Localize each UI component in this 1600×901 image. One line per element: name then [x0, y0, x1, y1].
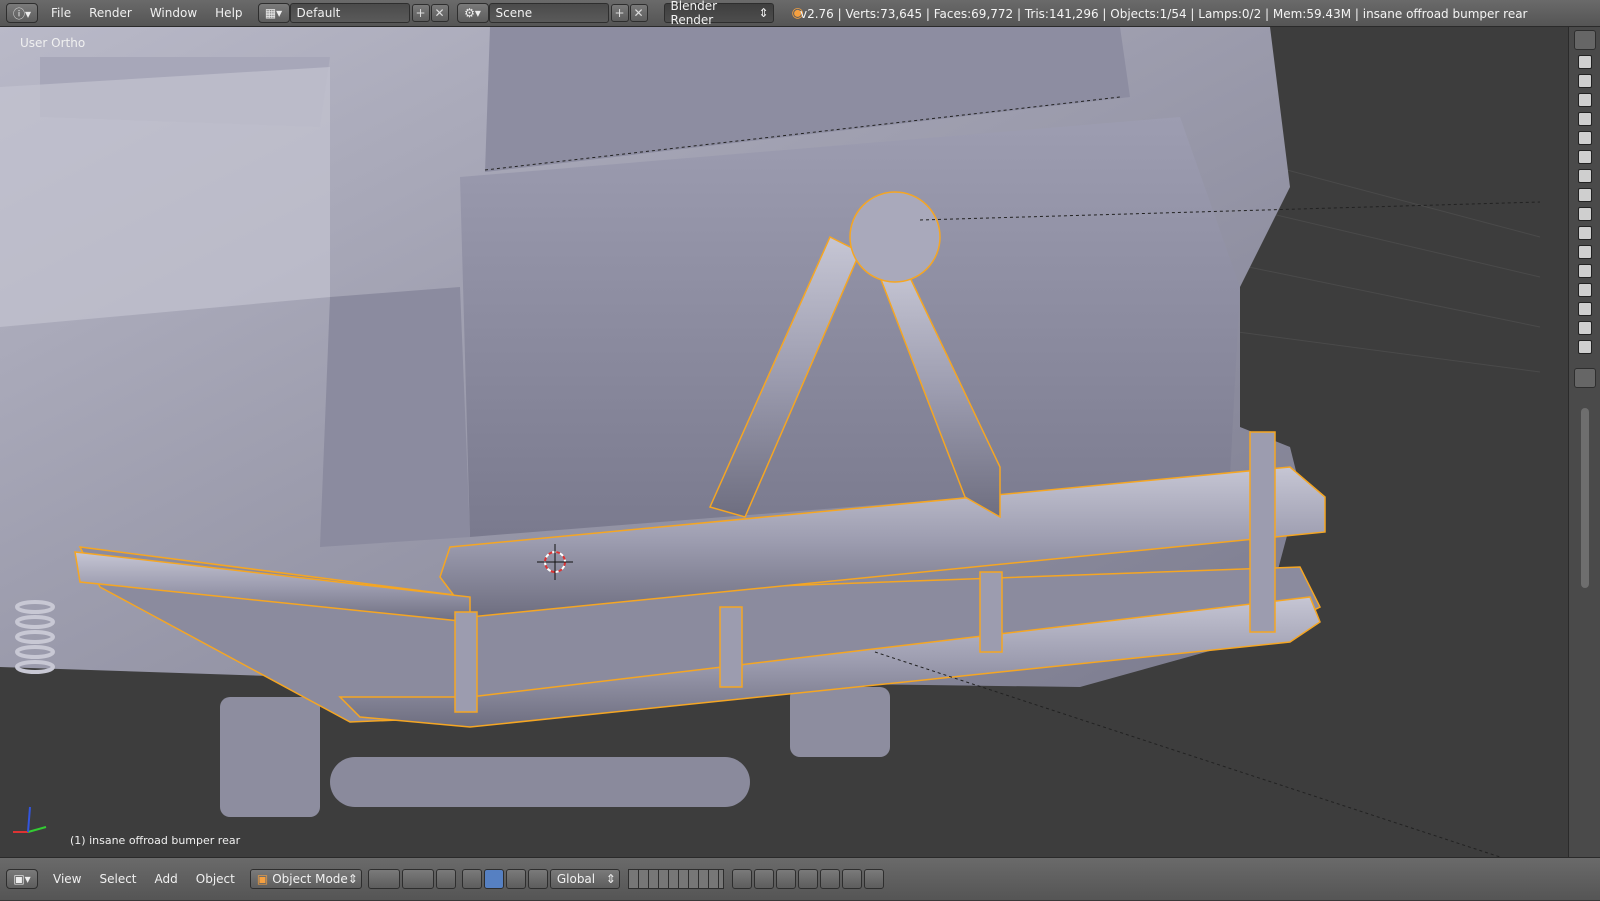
mode-select[interactable]: ▣ Object Mode ⇕	[249, 869, 362, 889]
orientation-label: Global	[556, 872, 596, 886]
properties-editor-icon[interactable]	[1573, 368, 1596, 388]
layout-icon[interactable]: ▦▾	[257, 3, 290, 23]
chevron-updown-icon: ⇕	[758, 6, 769, 20]
orientation-select[interactable]: Global ⇕	[549, 869, 620, 889]
camera-icon[interactable]	[1577, 112, 1592, 126]
add-layout-icon[interactable]: +	[411, 4, 430, 22]
manipulator-icon[interactable]	[461, 869, 482, 889]
layer-buttons[interactable]	[627, 869, 724, 889]
render-preview-icon[interactable]	[819, 869, 840, 889]
layer-lock-icon[interactable]	[731, 869, 752, 889]
menu-window[interactable]: Window	[141, 0, 206, 27]
bumper-post-4	[454, 611, 478, 713]
hitch-right	[790, 687, 890, 757]
shading-sphere-icon[interactable]	[367, 869, 400, 889]
remove-layout-icon[interactable]: ✕	[430, 4, 449, 22]
3d-view-header: ▣▾ View Select Add Object ▣ Object Mode …	[0, 857, 1600, 900]
menu-add[interactable]: Add	[146, 858, 187, 901]
camera-icon[interactable]	[1577, 55, 1592, 69]
bed-rail	[0, 67, 330, 327]
render-engine-label: Blender Render	[670, 0, 718, 27]
camera-icon[interactable]	[1577, 188, 1592, 202]
side-panel	[320, 287, 470, 547]
hitch-left	[220, 697, 320, 817]
camera-icon[interactable]	[1577, 321, 1592, 335]
render-engine-select[interactable]: Blender Render ⇕	[663, 0, 774, 27]
camera-icon[interactable]	[1577, 74, 1592, 88]
camera-icon[interactable]	[1577, 340, 1592, 354]
scrollbar[interactable]	[1580, 408, 1589, 588]
camera-icon[interactable]	[1577, 264, 1592, 278]
light-pod	[849, 191, 941, 283]
only-selected-icon[interactable]	[435, 869, 456, 889]
menu-select[interactable]: Select	[90, 858, 145, 901]
camera-icon[interactable]	[1577, 207, 1592, 221]
bumper-post-3	[1249, 431, 1276, 633]
parent-line-2	[874, 651, 1501, 857]
cube-icon: ▣	[256, 872, 269, 886]
rotate-icon[interactable]	[505, 869, 526, 889]
camera-icon[interactable]	[1577, 169, 1592, 183]
object-label: (1) insane offroad bumper rear	[70, 834, 241, 847]
bumper-post-2	[979, 571, 1003, 653]
camera-icon[interactable]	[1577, 283, 1592, 297]
camera-icon[interactable]	[1577, 150, 1592, 164]
chevron-updown-icon: ⇕	[605, 872, 616, 886]
layout-name-field[interactable]: Default	[289, 3, 410, 23]
scale-icon[interactable]	[527, 869, 548, 889]
camera-icon[interactable]	[1577, 93, 1592, 107]
snap-icon[interactable]	[775, 869, 796, 889]
menu-render[interactable]: Render	[80, 0, 141, 27]
snap-element-icon[interactable]	[797, 869, 818, 889]
scene-name-field[interactable]: Scene	[488, 3, 609, 23]
3d-viewport[interactable]: User Ortho (1) insane offroad bumper rea…	[0, 27, 1568, 857]
viewport-scene[interactable]	[0, 27, 1568, 857]
render-camera-icon[interactable]	[841, 869, 862, 889]
camera-icon[interactable]	[1577, 131, 1592, 145]
add-scene-icon[interactable]: +	[610, 4, 629, 22]
mode-label: Object Mode	[272, 872, 348, 886]
render-animation-icon[interactable]	[863, 869, 884, 889]
menu-file[interactable]: File	[42, 0, 80, 27]
tailgate	[460, 117, 1240, 537]
menu-view[interactable]: View	[44, 858, 90, 901]
menu-object[interactable]: Object	[187, 858, 244, 901]
view3d-editor-type-button[interactable]: ▣▾	[6, 869, 38, 889]
camera-icon[interactable]	[1577, 226, 1592, 240]
status-text: v2.76 | Verts:73,645 | Faces:69,772 | Tr…	[800, 6, 1528, 21]
axis-gizmo-icon	[13, 806, 47, 833]
remove-scene-icon[interactable]: ✕	[629, 4, 648, 22]
bumper-post-1	[719, 606, 743, 688]
exhaust-pipe	[330, 757, 750, 807]
view-label: User Ortho	[20, 36, 86, 50]
editor-type-button[interactable]: ⓘ▾	[6, 3, 38, 23]
translate-icon[interactable]	[483, 869, 504, 889]
menu-help[interactable]: Help	[206, 0, 251, 27]
render-visibility-column	[1569, 55, 1600, 354]
pivot-icon[interactable]	[401, 869, 434, 889]
camera-icon[interactable]	[1577, 245, 1592, 259]
camera-icon[interactable]	[1577, 302, 1592, 316]
outliner-editor-icon[interactable]	[1573, 30, 1596, 50]
proportional-edit-icon[interactable]	[753, 869, 774, 889]
chevron-updown-icon: ⇕	[347, 872, 358, 886]
scene-icon[interactable]: ⚙▾	[456, 3, 489, 23]
outliner-strip	[1568, 27, 1600, 857]
